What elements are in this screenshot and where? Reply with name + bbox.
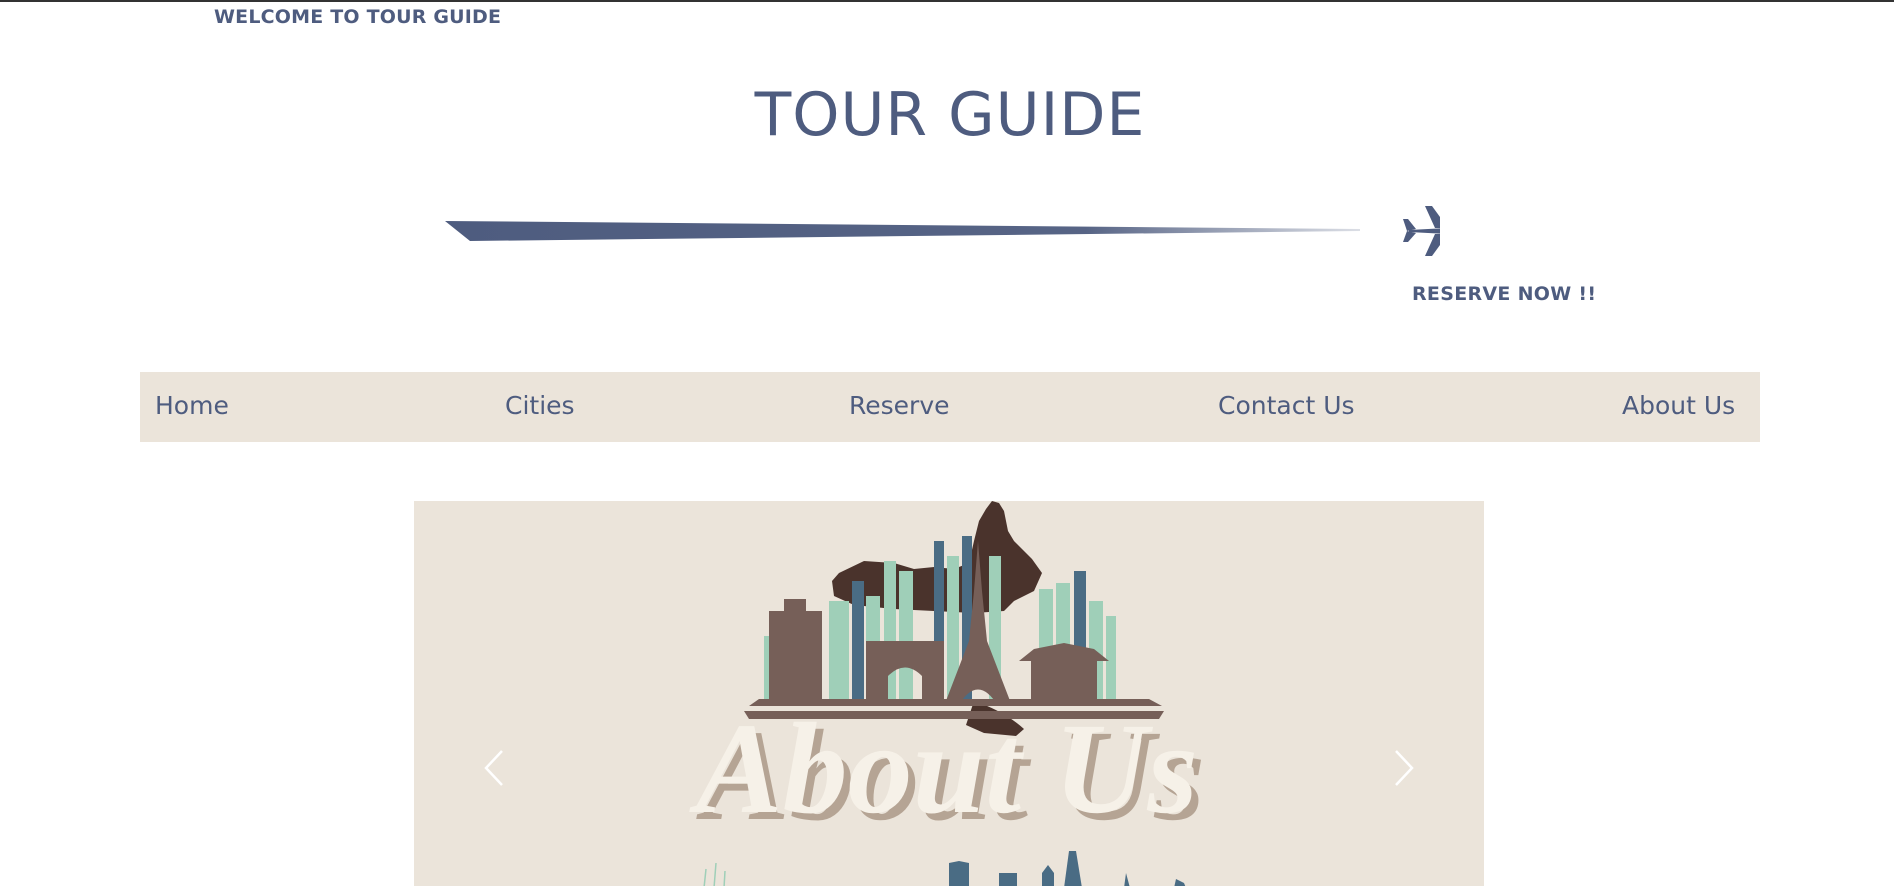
nav-item-about-us[interactable]: About Us xyxy=(1622,391,1735,420)
contrail-shape xyxy=(445,221,1360,241)
nav-item-home[interactable]: Home xyxy=(155,391,229,420)
chevron-left-icon[interactable] xyxy=(476,743,516,793)
nav-item-contact-us[interactable]: Contact Us xyxy=(1218,391,1355,420)
chevron-right-icon[interactable] xyxy=(1382,743,1422,793)
about-us-slide-image: About Us About Us xyxy=(689,501,1205,886)
lower-skyline-peek xyxy=(949,851,1186,886)
page: WELCOME TO TOUR GUIDE TOUR GUIDE RESERVE… xyxy=(0,0,1894,886)
main-navbar: Home Cities Reserve Contact Us About Us xyxy=(140,372,1760,442)
welcome-text: WELCOME TO TOUR GUIDE xyxy=(214,6,502,28)
nav-item-reserve[interactable]: Reserve xyxy=(849,391,950,420)
image-carousel: About Us About Us xyxy=(414,501,1484,886)
slide-heading: About Us xyxy=(689,697,1198,841)
airplane-trail-banner xyxy=(445,206,1440,256)
site-title: TOUR GUIDE xyxy=(754,80,1146,150)
lower-grass-peek xyxy=(703,862,726,886)
airplane-icon xyxy=(1403,206,1440,256)
nav-item-cities[interactable]: Cities xyxy=(505,391,575,420)
reserve-now-link[interactable]: RESERVE NOW !! xyxy=(1412,283,1596,305)
